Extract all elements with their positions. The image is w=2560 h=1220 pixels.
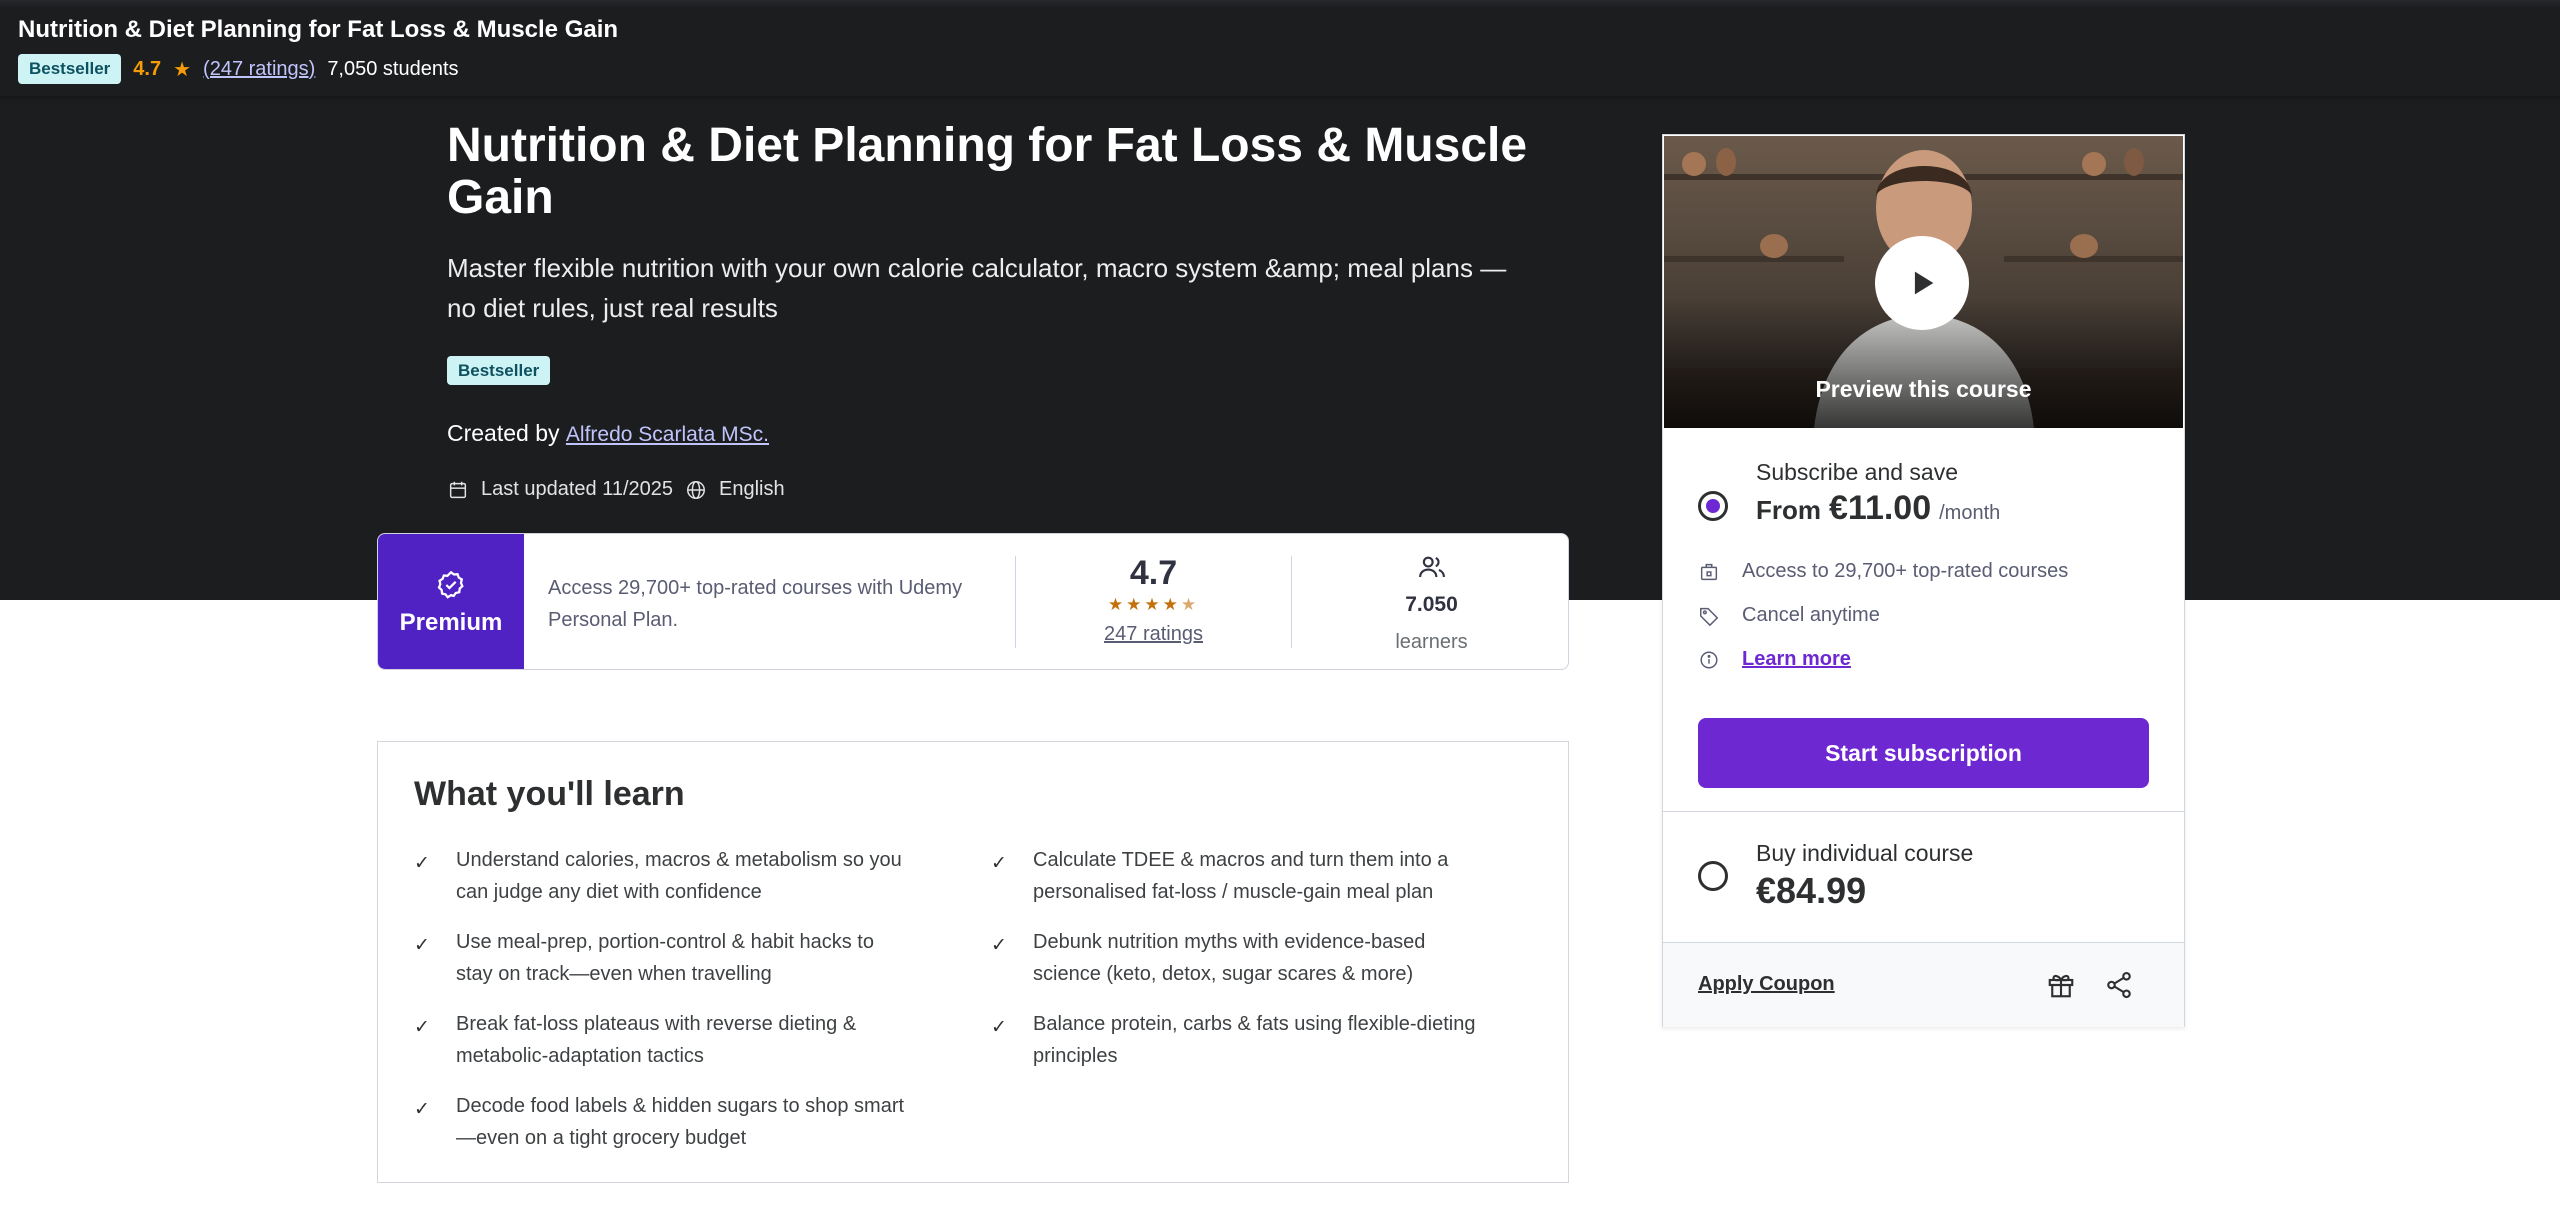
check-icon: ✓ <box>991 1017 1007 1038</box>
premium-description: Access 29,700+ top-rated courses with Ud… <box>548 577 963 631</box>
created-by-label: Created by <box>447 420 560 446</box>
learners-label: learners <box>1395 631 1468 653</box>
course-title: Nutrition & Diet Planning for Fat Loss &… <box>447 119 1528 224</box>
sticky-course-header: Nutrition & Diet Planning for Fat Loss &… <box>0 0 2560 96</box>
course-preview[interactable]: Preview this course <box>1664 136 2183 428</box>
check-icon: ✓ <box>991 935 1007 956</box>
learn-item: ✓ Decode food labels & hidden sugars to s… <box>414 1090 914 1154</box>
from-label: From <box>1756 495 1821 525</box>
buy-radio[interactable] <box>1698 861 1728 891</box>
subscribe-price-row: From €11.00 /month <box>1756 489 2000 528</box>
learn-item-text: Understand calories, macros & metabolism… <box>456 849 902 903</box>
learn-item: ✓ Understand calories, macros & metabolis… <box>414 844 914 908</box>
learners-stat: 7.050 learners <box>1293 552 1568 654</box>
rating-big-value: 4.7 <box>1129 554 1178 592</box>
divider <box>1291 556 1292 648</box>
bestseller-badge: Bestseller <box>447 356 551 385</box>
ratings-link[interactable]: (247 ratings) <box>203 58 315 81</box>
rating-stat: 4.7 ★★★★★ 247 ratings <box>1016 554 1291 646</box>
subscribe-period: /month <box>1939 502 2001 524</box>
instructor-link[interactable]: Alfredo Scarlata MSc. <box>566 423 769 446</box>
last-updated: Last updated 11/2025 <box>481 478 674 500</box>
learn-item-text: Balance protein, carbs & fats using flex… <box>1033 1013 1476 1067</box>
learn-item-text: Break fat-loss plateaus with reverse die… <box>456 1013 857 1067</box>
learn-item-text: Decode food labels & hidden sugars to sh… <box>456 1095 905 1149</box>
created-by: Created by Alfredo Scarlata MSc. <box>447 420 769 447</box>
check-icon: ✓ <box>991 853 1007 874</box>
learn-item-text: Debunk nutrition myths with evidence-bas… <box>1033 931 1426 985</box>
info-icon <box>1700 650 1718 669</box>
apply-coupon-link[interactable]: Apply Coupon <box>1698 973 1835 996</box>
feature-row: Cancel anytime <box>1698 604 1880 627</box>
learn-item: ✓ Balance protein, carbs & fats using fle… <box>991 1008 1491 1072</box>
check-icon: ✓ <box>414 853 430 874</box>
premium-badge-icon <box>437 570 464 599</box>
divider <box>1663 811 2184 812</box>
feature-row: Access to 29,700+ top-rated courses <box>1698 560 2068 583</box>
sticky-course-title: Nutrition & Diet Planning for Fat Loss &… <box>18 16 619 43</box>
calendar-icon <box>449 481 467 498</box>
learn-item: ✓ Debunk nutrition myths with evidence-ba… <box>991 926 1491 990</box>
what-youll-learn: What you'll learn ✓ Understand calories, … <box>377 741 1569 1183</box>
learn-more-link[interactable]: Learn more <box>1742 648 1851 671</box>
subscribe-price: €11.00 <box>1829 489 1932 527</box>
feature-row: Learn more <box>1698 648 1851 671</box>
check-icon: ✓ <box>414 1017 430 1038</box>
star-icon: ★ <box>173 58 192 81</box>
student-count: 7,050 students <box>327 57 459 80</box>
check-icon: ✓ <box>414 1099 430 1120</box>
learn-item: ✓ Use meal-prep, portion-control & habit … <box>414 926 914 990</box>
ratings-count-link[interactable]: 247 ratings <box>1016 623 1291 646</box>
learn-title: What you'll learn <box>414 775 685 813</box>
globe-icon <box>687 480 706 499</box>
buy-title: Buy individual course <box>1756 840 1974 866</box>
course-subtitle: Master flexible nutrition with your own … <box>447 253 1507 323</box>
buy-price: €84.99 <box>1756 870 1867 911</box>
hero-badge-wrap: Bestseller <box>447 356 551 385</box>
start-subscription-button[interactable]: Start subscription <box>1698 718 2149 788</box>
learners-count: 7.050 <box>1405 593 1458 616</box>
rating-stars: ★★★★★ <box>1107 595 1200 614</box>
language: English <box>719 478 785 500</box>
learn-item-text: Use meal-prep, portion-control & habit h… <box>456 931 874 985</box>
course-meta: Last updated 11/2025 English <box>447 478 785 501</box>
users-icon <box>1418 556 1445 578</box>
premium-tile: Premium <box>378 534 524 669</box>
learn-item-text: Calculate TDEE & macros and turn them in… <box>1033 849 1449 903</box>
play-button[interactable] <box>1875 236 1969 330</box>
preview-label: Preview this course <box>1815 376 2032 402</box>
coupon-row: Apply Coupon <box>1663 943 2184 1027</box>
tag-icon <box>1700 607 1719 626</box>
learn-item: ✓ Break fat-loss plateaus with reverse di… <box>414 1008 914 1072</box>
bestseller-badge: Bestseller <box>18 54 122 84</box>
sticky-course-meta: Bestseller 4.7 ★ (247 ratings) 7,050 stu… <box>18 54 459 84</box>
gift-icon[interactable] <box>2046 970 2076 1000</box>
purchase-sidebar: Preview this course Subscribe and save F… <box>1662 134 2185 1027</box>
learn-item: ✓ Calculate TDEE & macros and turn them i… <box>991 844 1491 908</box>
check-icon: ✓ <box>414 935 430 956</box>
rating-value: 4.7 <box>133 57 162 80</box>
building-icon <box>1700 563 1718 580</box>
subscribe-radio[interactable] <box>1698 491 1728 521</box>
premium-label: Premium <box>399 608 503 636</box>
feature-text: Cancel anytime <box>1742 604 1880 626</box>
feature-text: Access to 29,700+ top-rated courses <box>1742 560 2069 582</box>
premium-stats-card: Premium Access 29,700+ top-rated courses… <box>377 533 1569 670</box>
share-icon[interactable] <box>2104 970 2134 1000</box>
subscribe-title: Subscribe and save <box>1756 459 1959 485</box>
play-icon <box>1914 271 1934 295</box>
